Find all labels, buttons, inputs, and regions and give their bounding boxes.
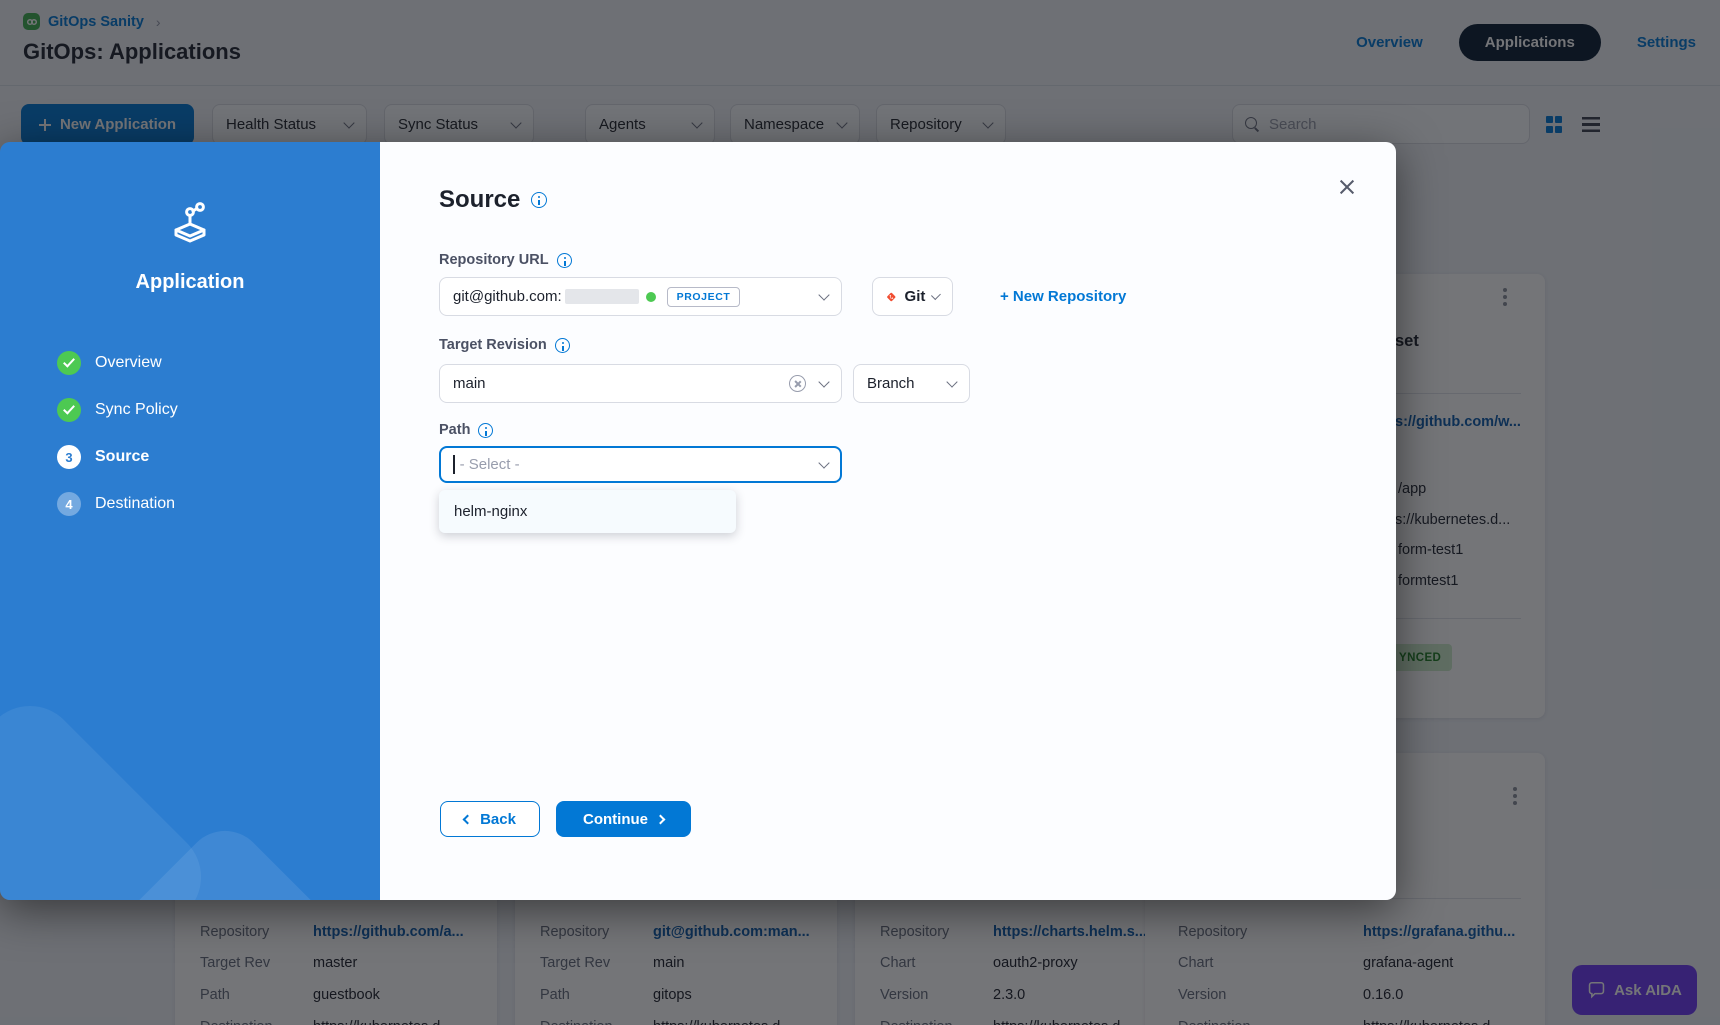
repository-url-value: git@github.com: [453, 288, 562, 305]
modal-heading: Source [439, 186, 520, 214]
close-icon[interactable] [1338, 178, 1356, 196]
path-label: Path [439, 422, 470, 438]
info-icon[interactable] [478, 423, 493, 438]
source-step-panel: Source Repository URL git@github.com: PR… [380, 142, 1396, 900]
text-cursor [453, 455, 455, 474]
chevron-down-icon [946, 376, 957, 387]
wizard-sidebar: Application Overview Sync Policy 3 Sourc… [0, 142, 380, 900]
target-revision-label: Target Revision [439, 337, 547, 353]
path-option-helm-nginx[interactable]: helm-nginx [439, 494, 736, 529]
new-application-modal: Application Overview Sync Policy 3 Sourc… [0, 142, 1396, 900]
step-number-icon: 3 [57, 445, 81, 469]
revision-kind-value: Branch [867, 375, 915, 392]
step-number-icon: 4 [57, 492, 81, 516]
path-options-menu: helm-nginx [439, 490, 736, 533]
info-icon[interactable] [555, 338, 570, 353]
path-select[interactable]: - Select - [439, 446, 842, 483]
status-dot [646, 292, 656, 302]
info-icon[interactable] [557, 253, 572, 268]
chevron-right-icon [656, 814, 666, 824]
wizard-title: Application [0, 271, 380, 294]
step-overview[interactable]: Overview [57, 351, 178, 375]
target-revision-select[interactable]: main [439, 364, 842, 403]
connection-type-select[interactable]: Git [872, 277, 953, 316]
revision-kind-select[interactable]: Branch [853, 364, 970, 403]
path-placeholder: - Select - [460, 456, 520, 473]
back-button[interactable]: Back [440, 801, 540, 837]
chevron-down-icon [818, 376, 829, 387]
continue-button[interactable]: Continue [556, 801, 691, 837]
step-sync-policy[interactable]: Sync Policy [57, 398, 178, 422]
git-icon [886, 289, 897, 305]
application-box-icon [164, 198, 216, 255]
chevron-left-icon [463, 814, 473, 824]
clear-icon[interactable] [789, 375, 806, 392]
step-source[interactable]: 3 Source [57, 445, 178, 469]
chevron-down-icon [818, 457, 829, 468]
connection-type-value: Git [905, 288, 926, 305]
project-scope-badge: PROJECT [667, 287, 741, 307]
redacted-text [565, 289, 639, 304]
repository-url-select[interactable]: git@github.com: PROJECT [439, 277, 842, 316]
repository-url-label: Repository URL [439, 252, 549, 268]
wizard-steps: Overview Sync Policy 3 Source 4 Destinat… [57, 351, 178, 539]
step-destination[interactable]: 4 Destination [57, 492, 178, 516]
chevron-down-icon [931, 290, 941, 300]
target-revision-value: main [453, 375, 486, 392]
check-circle-icon [57, 398, 81, 422]
new-repository-link[interactable]: + New Repository [1000, 288, 1126, 305]
check-circle-icon [57, 351, 81, 375]
info-icon[interactable] [531, 192, 547, 208]
chevron-down-icon [818, 289, 829, 300]
